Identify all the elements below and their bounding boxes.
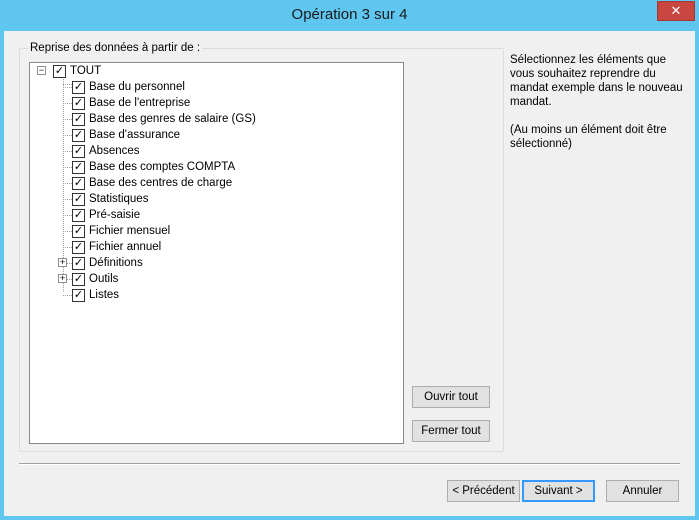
previous-button[interactable]: < Précédent <box>447 480 520 502</box>
tree-item-label: Pré-saisie <box>89 209 141 221</box>
tree-item[interactable]: ✓ Pré-saisie <box>72 207 140 223</box>
check-icon: ✓ <box>73 96 84 109</box>
tree-item-label: Listes <box>89 289 120 301</box>
check-icon: ✓ <box>73 288 84 301</box>
check-icon: ✓ <box>73 80 84 93</box>
tree-item-label: Outils <box>89 273 119 285</box>
tree-item[interactable]: ✓ Outils <box>72 271 118 287</box>
checkbox[interactable]: ✓ <box>72 176 85 190</box>
check-icon: ✓ <box>73 144 84 157</box>
check-icon: ✓ <box>54 64 65 77</box>
check-icon: ✓ <box>73 240 84 253</box>
separator <box>19 463 680 465</box>
checkbox[interactable]: ✓ <box>72 112 85 126</box>
check-icon: ✓ <box>73 272 84 285</box>
tree-connector <box>63 215 72 216</box>
help-instruction: Sélectionnez les éléments que vous souha… <box>510 54 683 108</box>
tree-item-label: Fichier mensuel <box>89 225 171 237</box>
tree-connector <box>63 84 72 85</box>
tree-item[interactable]: ✓ Base des genres de salaire (GS) <box>72 111 256 127</box>
tree-connector <box>63 247 72 248</box>
close-icon: ✕ <box>670 3 682 18</box>
tree-item-label: Statistiques <box>89 193 149 205</box>
tree-item[interactable]: ✓ Base d'assurance <box>72 127 180 143</box>
window-title: Opération 3 sur 4 <box>291 6 408 23</box>
tree-connector <box>63 151 72 152</box>
tree-item[interactable]: ✓ Absences <box>72 143 140 159</box>
tree-item-label: Base des centres de charge <box>89 177 233 189</box>
tree-item-label: Base de l'entreprise <box>89 97 191 109</box>
tree-item[interactable]: ✓ Fichier annuel <box>72 239 161 255</box>
tree-connector <box>63 103 72 104</box>
tree-item-label: TOUT <box>70 65 102 77</box>
cancel-button[interactable]: Annuler <box>606 480 679 502</box>
tree-view[interactable]: − ✓ TOUT ✓ Base du personnel ✓ Base de l'en… <box>29 62 404 444</box>
collapse-icon[interactable]: − <box>37 66 46 75</box>
tree-connector <box>63 167 72 168</box>
check-icon: ✓ <box>73 256 84 269</box>
expand-icon[interactable]: + <box>58 258 67 267</box>
dialog-window: Opération 3 sur 4 ✕ Reprise des données … <box>0 0 699 520</box>
tree-item[interactable]: ✓ Base de l'entreprise <box>72 95 190 111</box>
tree-item[interactable]: ✓ Fichier mensuel <box>72 223 170 239</box>
check-icon: ✓ <box>73 128 84 141</box>
checkbox[interactable]: ✓ <box>72 128 85 142</box>
tree-connector <box>63 231 72 232</box>
close-button[interactable]: ✕ <box>657 1 695 21</box>
check-icon: ✓ <box>73 192 84 205</box>
tree-connector <box>63 199 72 200</box>
tree-connector <box>63 135 72 136</box>
checkbox[interactable]: ✓ <box>72 192 85 206</box>
checkbox[interactable]: ✓ <box>72 272 85 286</box>
expand-all-button[interactable]: Ouvrir tout <box>412 386 490 408</box>
title-bar[interactable]: Opération 3 sur 4 ✕ <box>0 0 699 31</box>
tree-item[interactable]: ✓ Base des centres de charge <box>72 175 232 191</box>
tree-item-label: Définitions <box>89 257 143 269</box>
check-icon: ✓ <box>73 208 84 221</box>
tree-connector <box>63 87 72 88</box>
check-icon: ✓ <box>73 224 84 237</box>
dialog-client-area: Reprise des données à partir de : − ✓ TO… <box>4 31 695 516</box>
checkbox-tout[interactable]: ✓ <box>53 64 66 78</box>
group-label: Reprise des données à partir de : <box>28 42 203 54</box>
tree-item-label: Fichier annuel <box>89 241 162 253</box>
checkbox[interactable]: ✓ <box>72 208 85 222</box>
help-text: Sélectionnez les éléments que vous souha… <box>510 53 690 165</box>
check-icon: ✓ <box>73 160 84 173</box>
tree-item[interactable]: ✓ Statistiques <box>72 191 148 207</box>
tree-item-label: Base des genres de salaire (GS) <box>89 113 256 125</box>
check-icon: ✓ <box>73 112 84 125</box>
tree-item[interactable]: ✓ Base des comptes COMPTA <box>72 159 235 175</box>
checkbox[interactable]: ✓ <box>72 80 85 94</box>
checkbox[interactable]: ✓ <box>72 240 85 254</box>
check-icon: ✓ <box>73 176 84 189</box>
expand-icon[interactable]: + <box>58 274 67 283</box>
checkbox[interactable]: ✓ <box>72 160 85 174</box>
tree-connector <box>63 183 72 184</box>
checkbox[interactable]: ✓ <box>72 144 85 158</box>
tree-item[interactable]: ✓ Listes <box>72 287 119 303</box>
tree-item[interactable]: ✓ Base du personnel <box>72 79 185 95</box>
checkbox[interactable]: ✓ <box>72 96 85 110</box>
checkbox[interactable]: ✓ <box>72 256 85 270</box>
tree-item-label: Base du personnel <box>89 81 185 93</box>
checkbox[interactable]: ✓ <box>72 224 85 238</box>
tree-connector <box>63 119 72 120</box>
checkbox[interactable]: ✓ <box>72 288 85 302</box>
next-button[interactable]: Suivant > <box>522 480 595 502</box>
tree-connector <box>63 295 72 296</box>
help-note: (Au moins un élément doit être sélection… <box>510 124 667 150</box>
tree-item-label: Absences <box>89 145 140 157</box>
tree-item[interactable]: ✓ Définitions <box>72 255 143 271</box>
tree-item-tout[interactable]: ✓ TOUT <box>53 63 101 79</box>
tree-item-label: Base d'assurance <box>89 129 181 141</box>
tree-item-label: Base des comptes COMPTA <box>89 161 236 173</box>
collapse-all-button[interactable]: Fermer tout <box>412 420 490 442</box>
